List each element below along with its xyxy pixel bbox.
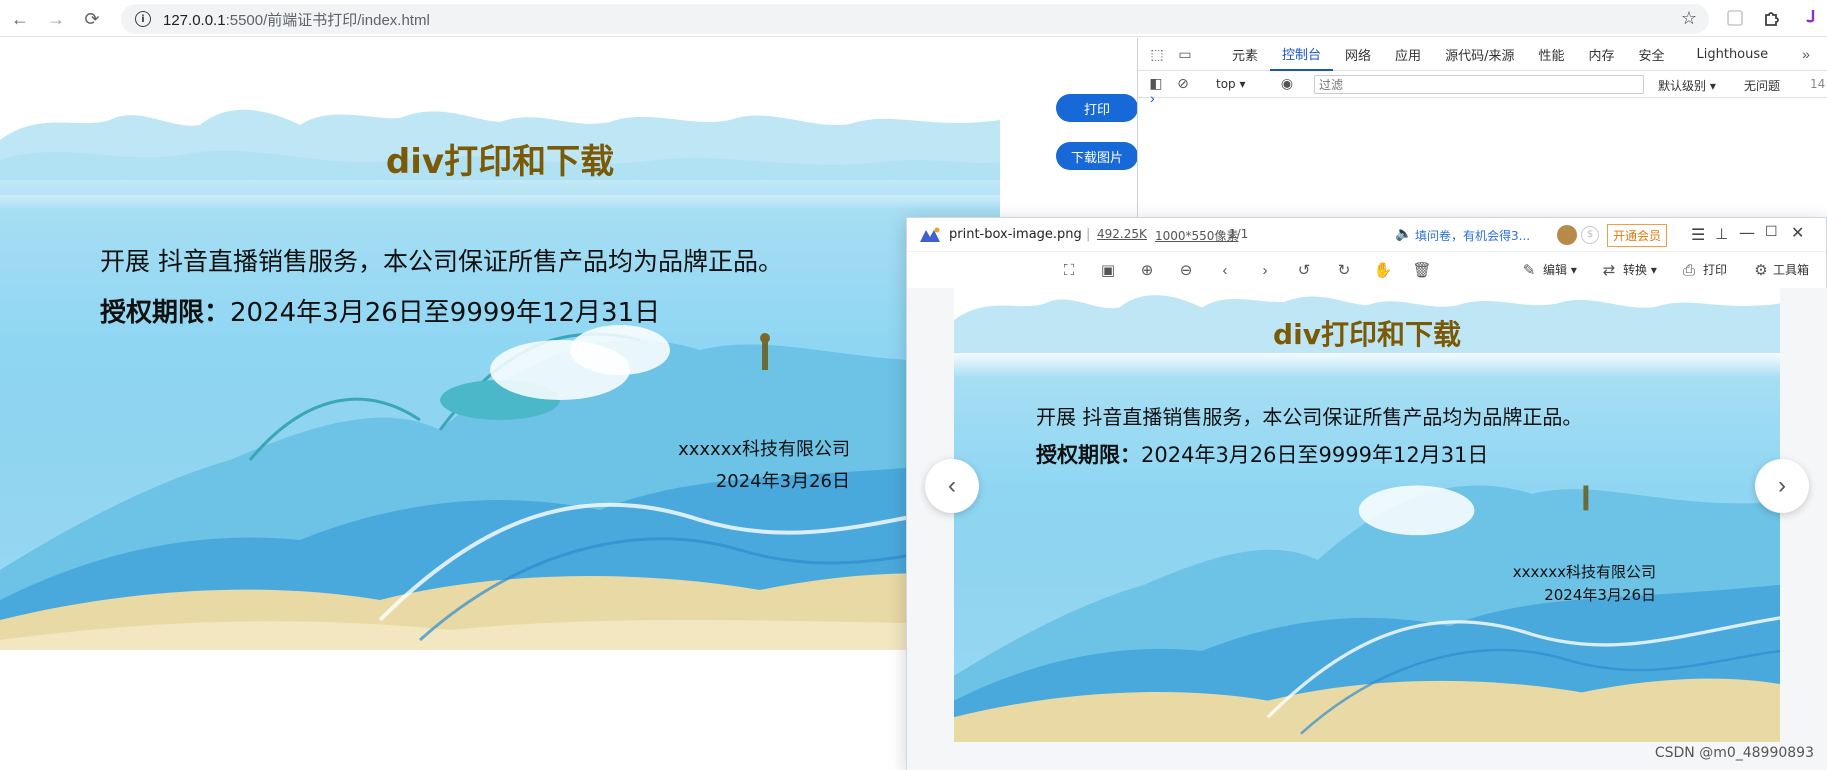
- delete-icon[interactable]: 🗑: [1412, 260, 1432, 280]
- tab-network[interactable]: 网络: [1333, 38, 1383, 71]
- preview-statement: 开展 抖音直播销售服务，本公司保证所售产品均为品牌正品。: [1036, 405, 1583, 429]
- image-viewer-window: print-box-image.png | 492.25K 1000*550像素…: [906, 217, 1827, 770]
- vip-button[interactable]: 开通会员: [1607, 224, 1668, 247]
- previous-icon[interactable]: ‹: [1215, 260, 1235, 280]
- survey-promo-link[interactable]: 填问卷，有机会得3...: [1415, 227, 1530, 244]
- company-name: xxxxxx科技有限公司: [678, 439, 850, 460]
- live-expression-eye-icon[interactable]: ◉: [1278, 75, 1296, 93]
- edit-menu[interactable]: 编辑 ▾: [1543, 261, 1577, 278]
- bookmark-star-icon[interactable]: ☆: [1681, 8, 1697, 29]
- console-toolbar: ◧ ⊘ top ▾ ◉ 默认级别 ▾ 无问题 14: [1138, 71, 1827, 98]
- hand-tool-icon[interactable]: ✋: [1373, 260, 1393, 280]
- menu-icon[interactable]: ☰: [1691, 225, 1705, 244]
- rotate-right-icon[interactable]: ↻: [1334, 260, 1354, 280]
- speaker-icon: 🔈: [1395, 226, 1413, 242]
- tab-elements[interactable]: 元素: [1220, 38, 1270, 71]
- prev-image-chevron-icon[interactable]: ‹: [925, 459, 979, 513]
- certificate-date: 2024年3月26日: [715, 471, 850, 492]
- browser-toolbar: ← → ⟳ i 127.0.0.1:5500/前端证书打印/index.html…: [0, 0, 1827, 37]
- viewer-page-count: 1/1: [1229, 227, 1249, 241]
- preview-period: 授权期限：2024年3月26日至9999年12月31日: [1036, 443, 1489, 467]
- convert-icon[interactable]: ⇄: [1599, 260, 1619, 280]
- zoom-in-icon[interactable]: ⊕: [1137, 260, 1157, 280]
- print-button[interactable]: 打印: [1056, 94, 1137, 122]
- tab-application[interactable]: 应用: [1383, 38, 1433, 71]
- toolbox-button[interactable]: 工具箱: [1773, 261, 1809, 278]
- more-tabs-chevron-icon[interactable]: »: [1797, 45, 1815, 63]
- close-icon[interactable]: ✕: [1791, 223, 1804, 242]
- forward-arrow-icon[interactable]: →: [44, 7, 68, 31]
- console-prompt[interactable]: ›: [1150, 90, 1155, 106]
- context-selector[interactable]: top ▾: [1216, 77, 1246, 91]
- console-filter-input[interactable]: [1314, 75, 1644, 94]
- reload-icon[interactable]: ⟳: [80, 7, 104, 31]
- issues-indicator[interactable]: 无问题: [1744, 77, 1780, 94]
- pin-icon[interactable]: ⊥: [1715, 225, 1728, 243]
- log-level-dropdown[interactable]: 默认级别 ▾: [1658, 77, 1716, 94]
- certificate-statement: 开展 抖音直播销售服务，本公司保证所售产品均为品牌正品。: [100, 247, 783, 276]
- site-info-icon[interactable]: i: [135, 11, 151, 27]
- viewer-image-stage: div打印和下载 开展 抖音直播销售服务，本公司保证所售产品均为品牌正品。 授权…: [907, 287, 1827, 770]
- minimize-icon[interactable]: —: [1739, 223, 1755, 242]
- toolbox-icon[interactable]: ⚙: [1751, 260, 1771, 280]
- certificate-title: div打印和下载: [385, 142, 615, 182]
- viewer-titlebar: print-box-image.png | 492.25K 1000*550像素…: [907, 218, 1826, 252]
- watermark: CSDN @m0_48990893: [1654, 745, 1814, 761]
- preview-signature: xxxxxx科技有限公司 2024年3月26日: [1512, 563, 1656, 604]
- issue-count: 14: [1810, 77, 1826, 91]
- tab-performance[interactable]: 性能: [1526, 38, 1576, 71]
- convert-menu[interactable]: 转换 ▾: [1623, 261, 1657, 278]
- zoom-out-icon[interactable]: ⊖: [1176, 260, 1196, 280]
- download-image-button[interactable]: 下载图片: [1056, 142, 1137, 170]
- printer-icon[interactable]: ⎙: [1679, 260, 1699, 280]
- next-image-chevron-icon[interactable]: ›: [1755, 459, 1809, 513]
- certificate-signature: xxxxxx科技有限公司 2024年3月26日: [678, 434, 850, 498]
- inspect-element-icon[interactable]: ⬚: [1148, 45, 1166, 63]
- tab-memory[interactable]: 内存: [1576, 38, 1626, 71]
- url-text[interactable]: 127.0.0.1:5500/前端证书打印/index.html: [163, 9, 430, 30]
- actual-size-icon[interactable]: ▣: [1098, 260, 1118, 280]
- tab-lighthouse[interactable]: Lighthouse: [1677, 38, 1781, 71]
- viewer-toolbar: ⛶ ▣ ⊕ ⊖ ‹ › ↺ ↻ ✋ 🗑 ✎ 编辑 ▾ ⇄ 转换 ▾ ⎙ 打印 ⚙…: [907, 252, 1826, 288]
- tab-security[interactable]: 安全: [1626, 38, 1676, 71]
- extensions-puzzle-icon[interactable]: [1762, 8, 1782, 28]
- devtools-tabs: ⬚ ▭ 元素 控制台 网络 应用 源代码/来源 性能 内存 安全 Lightho…: [1138, 38, 1827, 71]
- maximize-icon[interactable]: ☐: [1765, 224, 1778, 240]
- rotate-left-icon[interactable]: ↺: [1294, 260, 1314, 280]
- viewer-filename: print-box-image.png: [949, 227, 1082, 242]
- preview-title: div打印和下载: [1273, 318, 1461, 351]
- coin-icon: $: [1581, 226, 1599, 244]
- tab-console[interactable]: 控制台: [1270, 38, 1334, 71]
- viewer-filesize: 492.25K: [1097, 227, 1147, 241]
- clear-console-icon[interactable]: ⊘: [1174, 75, 1192, 93]
- user-avatar[interactable]: [1557, 225, 1577, 245]
- device-toolbar-icon[interactable]: ▭: [1176, 45, 1194, 63]
- tab-search-icon[interactable]: [1725, 8, 1745, 28]
- certificate-period: 授权期限：2024年3月26日至9999年12月31日: [100, 298, 661, 328]
- viewer-print-button[interactable]: 打印: [1703, 261, 1727, 278]
- certificate-box: div打印和下载 开展 抖音直播销售服务，本公司保证所售产品均为品牌正品。 授权…: [0, 100, 1000, 650]
- next-icon[interactable]: ›: [1255, 260, 1275, 280]
- viewer-dimensions: 1000*550像素: [1155, 229, 1239, 243]
- profile-icon[interactable]: [1805, 8, 1825, 28]
- address-bar[interactable]: i 127.0.0.1:5500/前端证书打印/index.html ☆: [121, 4, 1709, 34]
- tab-sources[interactable]: 源代码/来源: [1433, 38, 1526, 71]
- fullscreen-icon[interactable]: ⛶: [1059, 260, 1079, 280]
- viewer-logo-icon: [920, 227, 940, 242]
- edit-icon[interactable]: ✎: [1519, 260, 1539, 280]
- back-arrow-icon[interactable]: ←: [8, 7, 32, 31]
- preview-image: div打印和下载 开展 抖音直播销售服务，本公司保证所售产品均为品牌正品。 授权…: [954, 287, 1780, 742]
